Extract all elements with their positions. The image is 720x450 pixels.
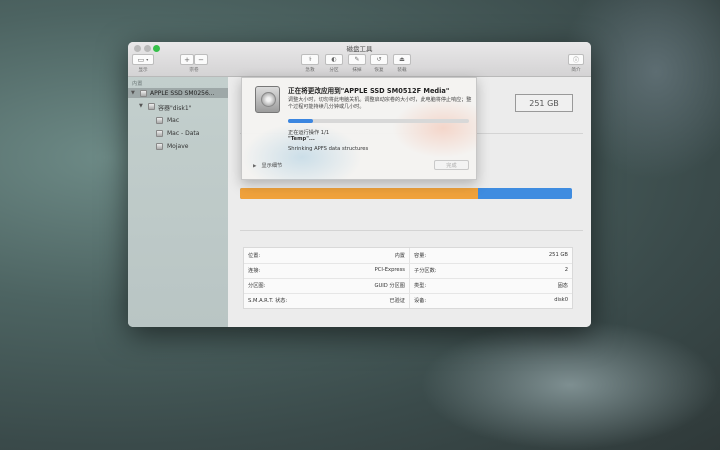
partition-label: 分区 xyxy=(329,67,339,73)
operation-target: "Temp"... xyxy=(288,136,315,142)
stethoscope-icon: ⚕ xyxy=(308,56,312,63)
sidebar-icon: ▭ xyxy=(137,55,145,64)
operation-counter: 正在运行操作 1/1 xyxy=(288,130,330,136)
partition-button[interactable]: ◐ xyxy=(325,54,343,65)
erase-button[interactable]: ✎ xyxy=(348,54,366,65)
volume-icon xyxy=(156,116,163,124)
row-divider xyxy=(244,278,572,279)
sidebar-item-container[interactable]: 容器"disk1" xyxy=(158,103,191,112)
divider xyxy=(240,230,583,231)
sidebar-section-internal: 内置 xyxy=(132,81,143,87)
volume-label: 宗卷 xyxy=(189,67,199,73)
internal-disk-icon xyxy=(140,89,147,97)
info-label: 简介 xyxy=(571,67,581,73)
restore-icon: ↺ xyxy=(376,56,382,63)
view-button[interactable]: ▭ ▾ xyxy=(132,54,154,65)
drive-platter xyxy=(261,92,276,107)
info-label-capacity: 容量: xyxy=(414,253,427,259)
mount-button[interactable]: ⏏ xyxy=(393,54,411,65)
info-label-connection: 连接: xyxy=(248,268,261,274)
info-value-connection: PCI-Express xyxy=(374,267,405,273)
mount-label: 装载 xyxy=(397,67,407,73)
info-icon: ⓘ xyxy=(572,57,579,64)
volume-icon xyxy=(156,129,163,137)
info-label-partition-map: 分区图: xyxy=(248,283,266,289)
disclosure-triangle-icon: ▶ xyxy=(253,164,257,169)
info-value-smart: 已验证 xyxy=(389,298,405,304)
info-value-location: 内置 xyxy=(394,253,405,259)
add-volume-button[interactable]: + xyxy=(180,54,194,65)
first-aid-button[interactable]: ⚕ xyxy=(301,54,319,65)
hard-drive-icon xyxy=(255,86,280,113)
show-details-toggle[interactable]: ▶ 显示细节 xyxy=(253,162,282,169)
progress-sheet: 正在将更改应用到"APPLE SSD SM0512F Media" 调整大小时，… xyxy=(241,77,477,180)
restore-label: 恢复 xyxy=(374,67,384,73)
info-value-type: 固态 xyxy=(557,283,568,289)
erase-label: 抹掉 xyxy=(352,67,362,73)
mount-icon: ⏏ xyxy=(399,56,405,63)
info-label-child-count: 子分区数: xyxy=(414,268,437,274)
sidebar: 内置 ▼ APPLE SSD SM0256... ▼ 容器"disk1" Mac… xyxy=(128,77,228,327)
info-value-partition-map: GUID 分区图 xyxy=(374,283,405,289)
info-label-type: 类型: xyxy=(414,283,427,289)
titlebar: 磁盘工具 ▭ ▾ 显示 + − 宗卷 ⚕ 急救 ◐ 分区 ✎ 抹掉 ↺ 恢复 ⏏… xyxy=(128,42,591,77)
first-aid-label: 急救 xyxy=(305,67,315,73)
operation-status: Shrinking APFS data structures xyxy=(288,146,369,152)
info-label-device: 设备: xyxy=(414,298,427,304)
sidebar-item-volume[interactable]: Mac xyxy=(167,117,179,124)
usage-bar-used xyxy=(240,188,478,199)
container-icon xyxy=(148,102,155,110)
restore-button[interactable]: ↺ xyxy=(370,54,388,65)
volume-icon xyxy=(156,142,163,150)
show-details-label: 显示细节 xyxy=(261,163,283,169)
info-value-capacity: 251 GB xyxy=(548,252,568,258)
info-button[interactable]: ⓘ xyxy=(568,54,584,65)
sidebar-item-volume[interactable]: Mojave xyxy=(167,143,188,150)
info-label-smart: S.M.A.R.T. 状态: xyxy=(248,298,288,304)
view-label: 显示 xyxy=(138,67,148,73)
info-value-device: disk0 xyxy=(554,297,568,303)
info-table: 位置: 内置 容量: 251 GB 连接: PCI-Express 子分区数: … xyxy=(243,247,573,309)
info-label-location: 位置: xyxy=(248,253,261,259)
desktop-background xyxy=(420,320,720,450)
disclosure-triangle-icon[interactable]: ▼ xyxy=(139,103,143,109)
progress-bar-fill xyxy=(288,119,314,123)
sidebar-item-volume[interactable]: Mac - Data xyxy=(167,130,199,137)
sheet-title: 正在将更改应用到"APPLE SSD SM0512F Media" xyxy=(288,87,450,95)
row-divider xyxy=(244,293,572,294)
sidebar-disk-label: APPLE SSD SM0256... xyxy=(150,90,215,97)
remove-volume-button[interactable]: − xyxy=(194,54,208,65)
window-title: 磁盘工具 xyxy=(346,45,373,53)
progress-bar xyxy=(288,119,469,123)
info-value-child-count: 2 xyxy=(564,267,568,273)
disclosure-triangle-icon[interactable]: ▼ xyxy=(131,90,135,96)
partition-icon: ◐ xyxy=(331,56,337,63)
capacity-badge: 251 GB xyxy=(515,94,573,112)
erase-icon: ✎ xyxy=(354,56,360,63)
sheet-description: 调整大小时，切勿将此电脑关机。调整启动宗卷的大小时，此电脑将停止响应；整个过程可… xyxy=(288,97,472,110)
done-button[interactable]: 完成 xyxy=(434,160,469,170)
chevron-down-icon: ▾ xyxy=(146,57,149,62)
row-divider xyxy=(244,263,572,264)
